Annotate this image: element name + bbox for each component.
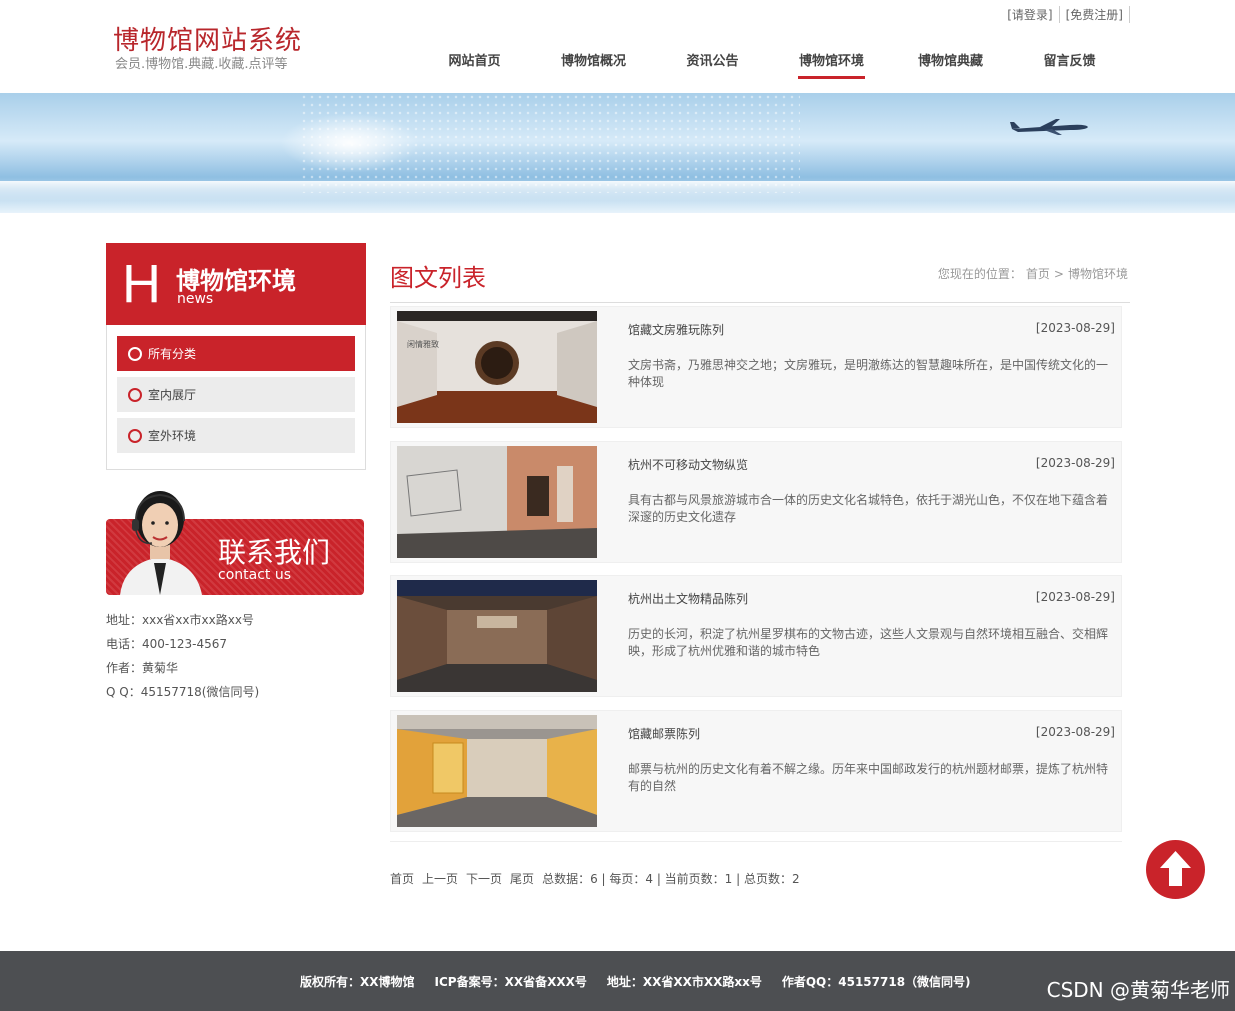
back-to-top-button[interactable] [1146,840,1205,899]
contact-banner: 联系我们 contact us [106,483,364,595]
item-date: [2023-08-29] [1035,455,1115,470]
list-divider [390,841,1122,842]
page-next-link[interactable]: 下一页 [466,870,502,887]
exhibit-thumbnail[interactable] [397,445,597,558]
register-link[interactable]: [免费注册] [1060,6,1130,23]
exhibit-thumbnail[interactable]: 闲情雅致 [397,311,597,423]
breadcrumb-separator: > [1053,267,1064,281]
banner-light-flare [280,113,420,173]
item-date: [2023-08-29] [1035,724,1115,739]
pagination: 首页 上一页 下一页 尾页 总数据：6 | 每页：4 | 当前页数：1 | 总页… [390,870,800,887]
nav-collection[interactable]: 博物馆典藏 [891,50,1010,79]
nav-environment[interactable]: 博物馆环境 [772,50,891,79]
nav-overview[interactable]: 博物馆概况 [534,50,653,79]
article-list: 闲情雅致 馆藏文房雅玩陈列 [2023-08-29] 文房书斋，乃雅思神交之地；… [390,306,1122,844]
category-label: 室内展厅 [148,388,197,402]
footer-qq: 作者QQ：45157718（微信同号) [781,975,971,989]
hero-banner [0,93,1235,213]
page-first-link[interactable]: 首页 [390,870,414,887]
footer-address: 地址：XX省XX市XX路xx号 [606,975,762,989]
site-header: 博物馆网站系统 会员.博物馆.典藏.收藏.点评等 [请登录] [免费注册] 网站… [0,0,1235,93]
list-item[interactable]: 杭州出土文物精品陈列 [2023-08-29] 历史的长河，积淀了杭州星罗棋布的… [390,575,1122,697]
contact-subtitle: contact us [218,567,292,583]
login-link[interactable]: [请登录] [1001,6,1060,23]
footer-copyright: 版权所有：XX博物馆 [300,975,415,989]
banner-horizon [0,181,1235,201]
item-description: 邮票与杭州的历史文化有着不解之缘。历年来中国邮政发行的杭州题材邮票，提炼了杭州特… [628,761,1109,793]
category-item-indoor[interactable]: 室内展厅 [117,377,355,412]
item-title[interactable]: 杭州出土文物精品陈列 [628,590,748,607]
main-nav: 网站首页 博物馆概况 资讯公告 博物馆环境 博物馆典藏 留言反馈 [415,50,1129,79]
list-item[interactable]: 闲情雅致 馆藏文房雅玩陈列 [2023-08-29] 文房书斋，乃雅思神交之地；… [390,306,1122,428]
category-list: 所有分类 室内展厅 室外环境 [106,325,366,470]
contact-title: 联系我们 [218,536,331,569]
sidebar-header: H 博物馆环境 news [106,243,366,325]
item-date: [2023-08-29] [1035,590,1115,604]
sidebar-subtitle: news [177,291,214,307]
circle-icon [128,346,142,361]
circle-icon [128,387,142,402]
page-title: 图文列表 [390,264,486,292]
category-label: 所有分类 [148,347,197,361]
category-item-outdoor[interactable]: 室外环境 [117,418,355,453]
contact-info: 地址：xxx省xx市xx路xx号 电话：400-123-4567 作者：黄菊华 … [106,608,259,704]
item-description: 历史的长河，积淀了杭州星罗棋布的文物古迹，这些人文景观与自然环境相互融合、交相辉… [628,627,1109,658]
contact-qq: Q Q：45157718(微信同号) [106,685,260,699]
site-logo-title[interactable]: 博物馆网站系统 [113,20,302,57]
item-description: 具有古都与风景旅游城市合一体的历史文化名城特色，依托于湖光山色，不仅在地下蕴含着… [628,492,1109,524]
list-item[interactable]: 馆藏邮票陈列 [2023-08-29] 邮票与杭州的历史文化有着不解之缘。历年来… [390,709,1122,832]
item-date: [2023-08-29] [1035,321,1115,335]
breadcrumb: 您现在的位置： 首页 > 博物馆环境 [936,265,1130,282]
list-item[interactable]: 杭州不可移动文物纵览 [2023-08-29] 具有古都与风景旅游城市合一体的历… [390,440,1122,563]
breadcrumb-current[interactable]: 博物馆环境 [1068,267,1128,281]
item-description: 文房书斋，乃雅思神交之地；文房雅玩，是明澈练达的智慧趣味所在，是中国传统文化的一… [628,358,1109,389]
page-prev-link[interactable]: 上一页 [422,870,458,887]
category-item-all[interactable]: 所有分类 [117,336,355,371]
account-links: [请登录] [免费注册] [1001,6,1130,23]
nav-home[interactable]: 网站首页 [415,50,534,79]
title-divider [390,302,1130,303]
sidebar-letter: H [122,254,161,314]
footer-icp: ICP备案号：XX省备XXX号 [434,975,587,989]
nav-news[interactable]: 资讯公告 [653,50,772,79]
breadcrumb-home[interactable]: 首页 [1026,267,1050,281]
svg-text:闲情雅致: 闲情雅致 [407,339,439,349]
csdn-watermark: CSDN @黄菊华老师 [1046,978,1230,1002]
arrow-up-icon [1160,851,1191,886]
item-title[interactable]: 馆藏文房雅玩陈列 [628,321,724,338]
contact-address: 地址：xxx省xx市xx路xx号 [106,613,254,627]
airplane-icon [1010,119,1088,135]
nav-feedback[interactable]: 留言反馈 [1010,50,1129,79]
page-summary: 总数据：6 | 每页：4 | 当前页数：1 | 总页数：2 [542,872,800,886]
breadcrumb-prefix: 您现在的位置： [937,267,1022,281]
circle-icon [128,428,142,443]
exhibit-thumbnail[interactable] [397,714,597,827]
item-title[interactable]: 馆藏邮票陈列 [628,725,700,742]
contact-phone: 电话：400-123-4567 [106,637,228,651]
item-title[interactable]: 杭州不可移动文物纵览 [628,456,748,473]
site-logo-subtitle: 会员.博物馆.典藏.收藏.点评等 [115,57,288,72]
contact-author: 作者：黄菊华 [106,661,179,675]
page-last-link[interactable]: 尾页 [510,870,534,887]
exhibit-thumbnail[interactable] [397,580,597,692]
customer-service-avatar [120,491,202,595]
category-label: 室外环境 [148,429,197,443]
